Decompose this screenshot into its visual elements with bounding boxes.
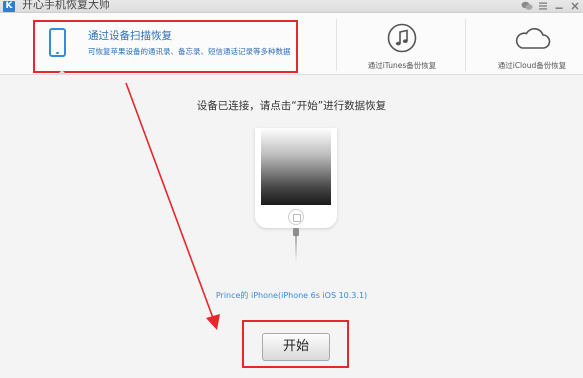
device-screen [261,128,331,205]
app-logo: K [3,1,15,12]
nav-icloud-label: 通过iCloud备份恢复 [497,61,567,70]
recovery-mode-nav: 通过设备扫描恢复 可恢复苹果设备的通讯录、备忘录、短信通话记录等多种数据 通过i… [0,13,583,75]
phone-icon [49,28,66,57]
title-bar: K 开心手机恢复大师 [0,0,583,13]
nav-divider [465,19,466,71]
nav-item-icloud[interactable]: 通过iCloud备份恢复 [472,13,583,75]
app-title: 开心手机恢复大师 [22,0,110,11]
highlight-frame-scan: 通过设备扫描恢复 可恢复苹果设备的通讯录、备忘录、短信通话记录等多种数据 [33,20,298,73]
nav-item-itunes[interactable]: 通过iTunes备份恢复 [342,13,462,75]
connection-status: 设备已连接，请点击“开始”进行数据恢复 [196,100,387,112]
cloud-icon [515,27,551,49]
device-name: Prince的 iPhone(iPhone 6s iOS 10.3.1) [215,291,368,300]
home-button-icon [288,209,304,225]
close-icon[interactable] [568,1,581,12]
wechat-icon[interactable] [520,1,533,12]
nav-scan-subtitle: 可恢复苹果设备的通讯录、备忘录、短信通话记录等多种数据 [88,47,291,56]
nav-divider [336,19,337,71]
start-button[interactable]: 开始 [262,333,330,361]
minimize-icon[interactable] [552,1,565,12]
menu-icon[interactable] [536,1,549,12]
nav-itunes-label: 通过iTunes备份恢复 [367,61,437,70]
device-illustration [255,128,337,228]
nav-scan-title: 通过设备扫描恢复 [88,30,172,42]
window-controls [520,0,581,12]
cable-icon [293,228,299,262]
selected-tab-caret [57,70,67,75]
music-note-icon [387,23,417,53]
nav-item-device-scan[interactable]: 通过设备扫描恢复 可恢复苹果设备的通讯录、备忘录、短信通话记录等多种数据 [35,22,296,71]
